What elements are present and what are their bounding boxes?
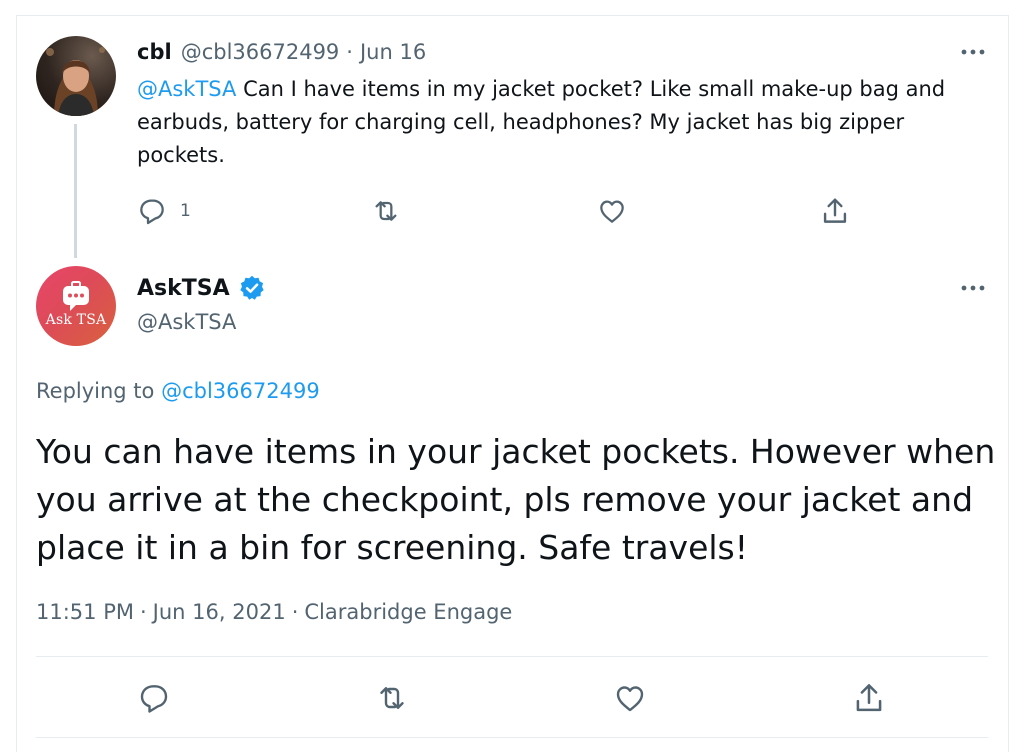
like-icon — [600, 200, 624, 223]
retweet-button[interactable] — [374, 680, 410, 716]
reply-to-tweet-header: cbl @cbl36672499 · Jun 16 — [137, 36, 426, 68]
avatar-asktsa[interactable]: Ask TSA — [36, 266, 116, 346]
divider — [36, 656, 988, 657]
reply-button[interactable] — [136, 680, 172, 716]
tweet-time[interactable]: 11:51 PM — [36, 600, 134, 624]
replying-handle-link[interactable]: @cbl36672499 — [161, 379, 320, 403]
mention-link[interactable]: @AskTSA — [137, 77, 236, 101]
avatar-cbl[interactable] — [36, 36, 116, 116]
retweet-icon — [380, 687, 404, 709]
like-button[interactable] — [612, 680, 648, 716]
share-icon — [856, 684, 882, 712]
replying-to-line: Replying to @cbl36672499 — [36, 376, 320, 406]
more-horizontal-icon — [961, 49, 985, 55]
chat-bubble-icon — [63, 281, 89, 311]
retweet-icon — [375, 201, 397, 221]
separator-dot: · — [346, 40, 353, 64]
card-border-left — [16, 15, 17, 752]
like-button[interactable] — [596, 195, 628, 227]
author-name[interactable]: AskTSA — [137, 276, 230, 301]
reply-count: 1 — [180, 201, 191, 221]
share-icon — [823, 198, 847, 223]
retweet-button[interactable] — [370, 195, 402, 227]
reply-to-tweet-text: @AskTSA Can I have items in my jacket po… — [137, 73, 977, 172]
author-handle[interactable]: @cbl36672499 — [181, 40, 340, 64]
tweet-body: Can I have items in my jacket pocket? Li… — [137, 77, 946, 167]
separator-dot: · — [291, 600, 299, 624]
reply-button[interactable]: 1 — [136, 195, 191, 227]
separator-dot: · — [139, 600, 147, 624]
reply-icon — [140, 685, 168, 713]
author-name[interactable]: cbl — [137, 40, 172, 64]
thread-connector-line — [74, 124, 77, 258]
more-options-button[interactable] — [956, 276, 990, 300]
more-horizontal-icon — [961, 285, 985, 291]
author-handle[interactable]: @AskTSA — [137, 307, 236, 337]
replying-prefix: Replying to — [36, 379, 162, 403]
tweet-metadata: 11:51 PM · Jun 16, 2021 · Clarabridge Engage — [36, 597, 512, 627]
tweet-date[interactable]: Jun 16, 2021 — [153, 600, 286, 624]
avatar-label: Ask TSA — [45, 312, 107, 328]
share-button[interactable] — [850, 680, 888, 716]
card-border-right — [1008, 15, 1009, 752]
main-tweet-author: AskTSA — [137, 272, 266, 304]
like-icon — [616, 686, 644, 712]
main-tweet-text: You can have items in your jacket pocket… — [36, 432, 996, 567]
tweet-date[interactable]: Jun 16 — [360, 40, 426, 64]
reply-icon — [140, 199, 164, 225]
more-options-button[interactable] — [956, 40, 990, 64]
divider — [36, 737, 988, 738]
user-photo-image — [46, 47, 105, 116]
verified-badge-icon — [239, 275, 264, 300]
tweet-source[interactable]: Clarabridge Engage — [304, 600, 512, 624]
card-border-top — [16, 15, 1008, 16]
share-button[interactable] — [818, 195, 852, 227]
